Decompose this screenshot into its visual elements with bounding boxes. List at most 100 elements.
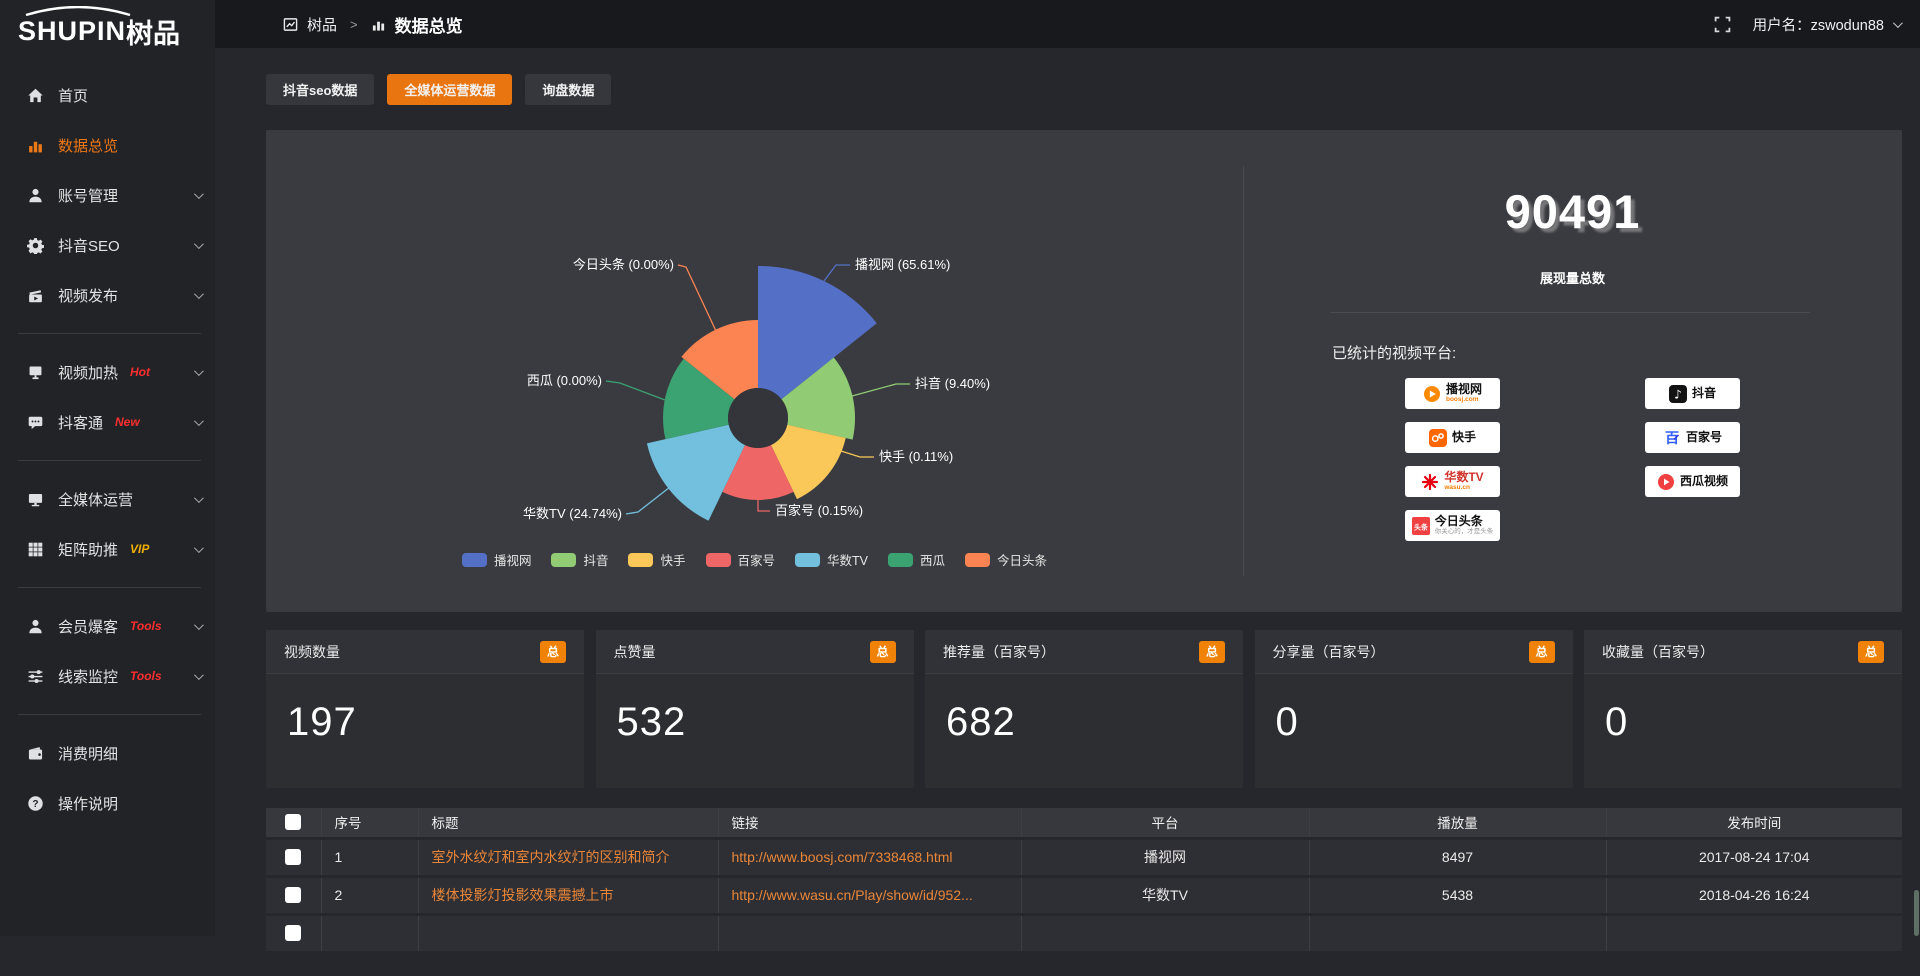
stat-card-value: 0 (1255, 674, 1573, 745)
cell-link[interactable]: http://www.boosj.com/7338468.html (718, 838, 1021, 876)
question-icon: ? (27, 795, 44, 812)
legend-item-6[interactable]: 西瓜 (888, 550, 945, 569)
total-badge[interactable]: 总 (1199, 641, 1225, 663)
cell-time: 2018-04-26 16:24 (1606, 876, 1902, 914)
pie-slice-5[interactable] (647, 425, 745, 521)
sidebar-item-badge: Hot (130, 365, 150, 379)
stat-card-1: 视频数量总197 (266, 630, 584, 788)
legend-label: 播视网 (494, 550, 532, 569)
legend-item-7[interactable]: 今日头条 (965, 550, 1047, 569)
legend-swatch (551, 553, 576, 567)
platform-name: 播视网 (1446, 383, 1482, 396)
total-badge[interactable]: 总 (1858, 641, 1884, 663)
cell-views: 8497 (1309, 838, 1606, 876)
sidebar-item-label: 消费明细 (58, 743, 118, 764)
data-tabs: 抖音seo数据全媒体运营数据询盘数据 (266, 74, 611, 105)
sidebar-item-10[interactable]: 会员爆客Tools (0, 601, 215, 651)
sidebar-item-2[interactable]: 数据总览 (0, 120, 215, 170)
platform-name: 西瓜视频 (1680, 475, 1728, 488)
legend-item-1[interactable]: 播视网 (462, 550, 532, 569)
cell-link[interactable]: http://www.wasu.cn/Play/show/id/952... (718, 876, 1021, 914)
sidebar-item-label: 首页 (58, 85, 88, 106)
stat-card-3: 推荐量（百家号）总682 (925, 630, 1243, 788)
sidebar-item-5[interactable]: 视频发布 (0, 270, 215, 320)
fullscreen-icon[interactable] (1714, 16, 1731, 33)
sidebar-item-4[interactable]: 抖音SEO (0, 220, 215, 270)
sidebar-item-7[interactable]: 抖客通New (0, 397, 215, 447)
pie-label: 今日头条 (0.00%) (573, 257, 674, 272)
legend-item-3[interactable]: 快手 (628, 550, 685, 569)
douyin-icon: ♪ (1669, 385, 1687, 403)
sidebar-item-label: 矩阵助推 (58, 539, 118, 560)
user-menu[interactable]: 用户名：zswodun88 (1753, 14, 1900, 35)
cell-index: 2 (321, 876, 418, 914)
total-impressions-value: 90491 (1243, 184, 1902, 239)
logo-arc (22, 6, 134, 16)
stat-card-title: 收藏量（百家号） (1602, 642, 1714, 662)
chevron-down-icon (1893, 18, 1903, 28)
legend-label: 百家号 (738, 550, 776, 569)
pie-label: 百家号 (0.15%) (775, 503, 863, 518)
boosj-icon (1423, 385, 1441, 403)
tab-2[interactable]: 全媒体运营数据 (387, 74, 512, 105)
legend-item-5[interactable]: 华数TV (795, 550, 868, 569)
sidebar-item-1[interactable]: 首页 (0, 70, 215, 120)
platform-badge-kuaishou: 快手 (1405, 422, 1500, 453)
sidebar-item-8[interactable]: 全媒体运营 (0, 474, 215, 524)
sidebar-item-13[interactable]: ?操作说明 (0, 778, 215, 828)
sidebar-item-9[interactable]: 矩阵助推 VIP (0, 524, 215, 574)
row-checkbox[interactable] (285, 887, 301, 903)
scrollbar-thumb[interactable] (1914, 890, 1919, 936)
tab-1[interactable]: 抖音seo数据 (266, 74, 374, 105)
sidebar-item-6[interactable]: 视频加热Hot (0, 347, 215, 397)
row-checkbox[interactable] (285, 925, 301, 941)
stat-card-title: 视频数量 (284, 642, 340, 662)
row-checkbox[interactable] (285, 849, 301, 865)
sidebar-item-11[interactable]: 线索监控Tools (0, 651, 215, 701)
sliders-icon (27, 668, 44, 685)
stat-card-title: 点赞量 (614, 642, 656, 662)
select-all-checkbox[interactable] (285, 814, 301, 830)
app-logo[interactable]: SHUPIN 树品 (0, 0, 215, 62)
sidebar-divider (18, 460, 201, 461)
sidebar-item-3[interactable]: 账号管理 (0, 170, 215, 220)
platform-badge-xigua: 西瓜视频 (1645, 466, 1740, 497)
total-badge[interactable]: 总 (540, 641, 566, 663)
cell-title[interactable]: 楼体投影灯投影效果震撼上市 (418, 876, 718, 914)
pie-label-line (824, 265, 850, 281)
platform-name: 抖音 (1692, 387, 1716, 400)
tab-3[interactable]: 询盘数据 (525, 74, 611, 105)
chevron-down-icon (194, 189, 204, 199)
chevron-down-icon (194, 620, 204, 630)
legend-item-4[interactable]: 百家号 (706, 550, 776, 569)
screen-icon (27, 364, 44, 381)
chevron-down-icon (194, 670, 204, 680)
gear-icon (27, 237, 44, 254)
cell-title[interactable]: 室外水纹灯和室内水纹灯的区别和简介 (418, 838, 718, 876)
stat-card-header: 视频数量 总 (266, 630, 584, 674)
pie-label-line (758, 500, 770, 511)
total-badge[interactable]: 总 (870, 641, 896, 663)
legend-label: 西瓜 (920, 550, 945, 569)
col-platform: 平台 (1021, 808, 1309, 838)
sidebar-item-badge: VIP (130, 542, 149, 556)
platform-badge-toutiao: 头条今日头条你关心的，才是头条 (1405, 510, 1500, 541)
user-icon (27, 187, 44, 204)
pie-label-line (626, 487, 670, 514)
baijiahao-icon: 百 (1663, 429, 1681, 447)
monitor-icon (27, 491, 44, 508)
chevron-down-icon (194, 543, 204, 553)
summary-region: 90491 展现量总数 已统计的视频平台: 播视网boosj.com快手华数TV… (1243, 130, 1902, 612)
comment-icon (27, 414, 44, 431)
breadcrumb-root[interactable]: 树品 (307, 14, 337, 35)
chart-legend: 播视网抖音 快手 百家号华数TV 西瓜 今日头条 (266, 550, 1243, 569)
legend-label: 今日头条 (997, 550, 1047, 569)
row-checkbox-cell (266, 838, 321, 876)
user-area: 用户名：zswodun88 (1714, 14, 1900, 35)
sidebar-item-label: 视频发布 (58, 285, 118, 306)
sidebar-item-12[interactable]: 消费明细 (0, 728, 215, 778)
sidebar-item-label: 线索监控 (58, 666, 118, 687)
total-badge[interactable]: 总 (1529, 641, 1555, 663)
legend-item-2[interactable]: 抖音 (551, 550, 608, 569)
select-all-cell (266, 808, 321, 838)
